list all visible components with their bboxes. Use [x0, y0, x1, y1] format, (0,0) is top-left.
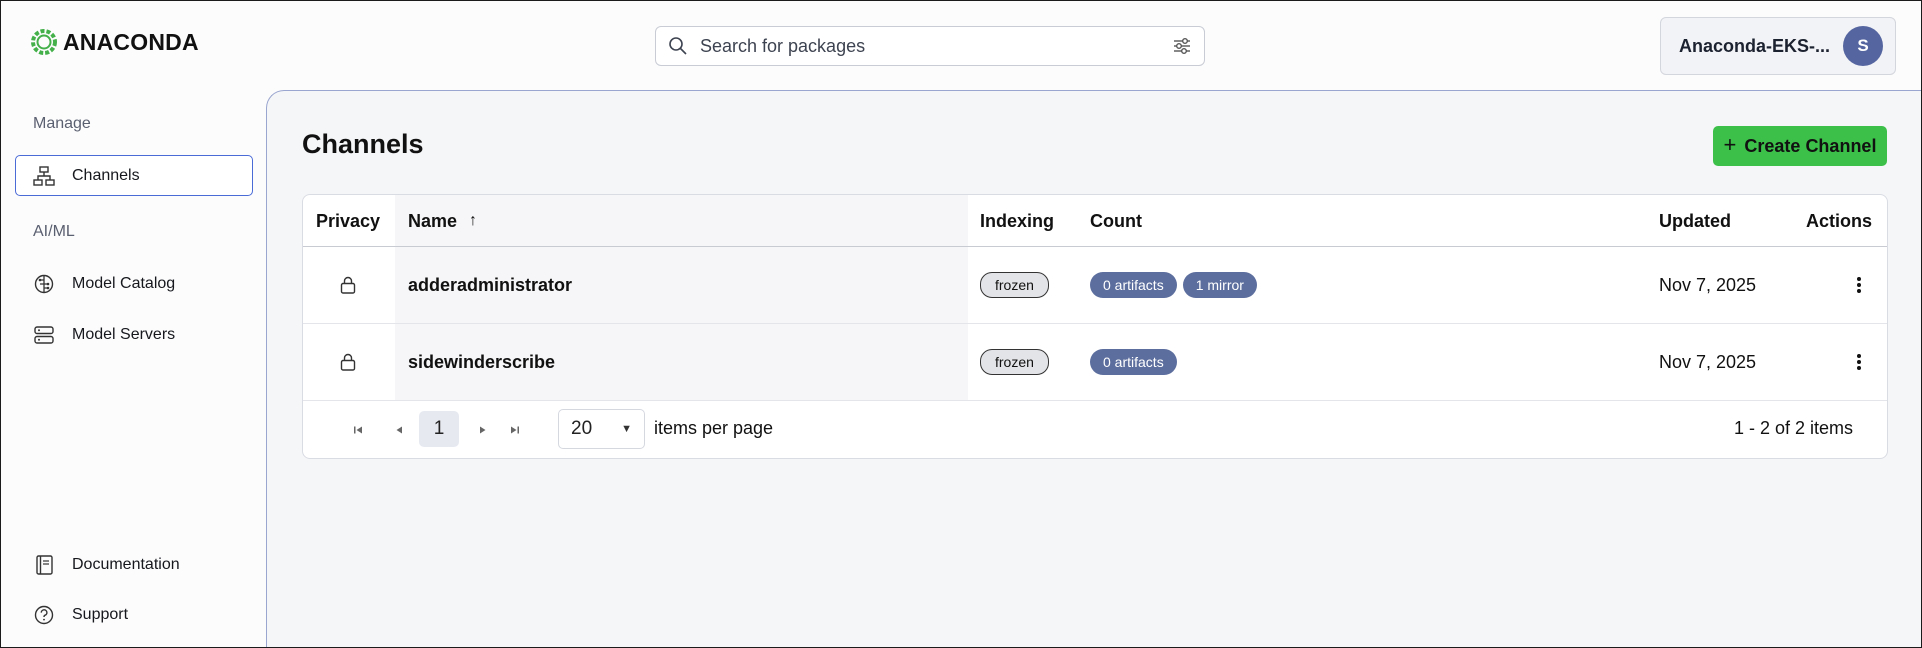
pagination: 1 20 ▼ items per page 1 - 2 of 2 items — [303, 401, 1887, 458]
column-indexing[interactable]: Indexing — [980, 195, 1054, 247]
lock-icon — [340, 353, 356, 371]
pagination-range: 1 - 2 of 2 items — [1733, 418, 1853, 438]
sidebar-item-model-servers[interactable]: Model Servers — [15, 314, 253, 355]
indexing-cell: frozen — [980, 324, 1049, 400]
lock-icon — [340, 276, 356, 294]
search-icon — [669, 37, 687, 55]
page-size-value: 20 — [571, 418, 593, 439]
sidebar-item-label: Support — [72, 605, 129, 623]
updated-date: Nov 7, 2025 — [1659, 351, 1757, 372]
column-count[interactable]: Count — [1090, 195, 1142, 247]
page-size-select[interactable]: 20 ▼ — [558, 409, 645, 449]
column-privacy[interactable]: Privacy — [316, 195, 380, 247]
more-vertical-icon — [1857, 277, 1861, 293]
current-page-button[interactable]: 1 — [419, 411, 459, 447]
column-name[interactable]: Name ↑ — [408, 195, 477, 247]
channels-table: Privacy Name ↑ Indexing Count Updated Ac… — [302, 194, 1888, 459]
sidebar-item-model-catalog[interactable]: Model Catalog — [15, 263, 253, 304]
row-actions-button[interactable] — [1856, 247, 1862, 323]
anaconda-logo[interactable]: ANACONDA — [29, 27, 199, 57]
indexing-cell: frozen — [980, 247, 1049, 323]
last-page-icon — [511, 426, 519, 434]
channel-name-link[interactable]: adderadministrator — [408, 247, 572, 323]
indexing-badge: frozen — [980, 349, 1049, 375]
column-name-label: Name — [408, 210, 458, 231]
sidebar-item-channels[interactable]: Channels — [15, 155, 253, 196]
plus-icon: + — [1723, 132, 1737, 157]
sidebar-item-label: Model Catalog — [72, 274, 176, 292]
first-page-button[interactable] — [346, 417, 370, 443]
page-size-label: items per page — [654, 418, 774, 438]
sidebar-item-label: Channels — [72, 166, 140, 184]
model-servers-icon — [34, 325, 54, 344]
table-header: Privacy Name ↑ Indexing Count Updated Ac… — [303, 195, 1887, 247]
anaconda-logo-icon — [31, 29, 57, 55]
sidebar-item-label: Model Servers — [72, 325, 176, 343]
mirror-badge: 1 mirror — [1182, 272, 1257, 298]
prev-page-button[interactable] — [387, 417, 411, 443]
create-channel-label: Create Channel — [1744, 135, 1877, 156]
brand-name: ANACONDA — [63, 28, 199, 55]
sidebar-heading-manage: Manage — [33, 115, 91, 132]
updated-date: Nov 7, 2025 — [1659, 274, 1757, 295]
indexing-badge: frozen — [980, 272, 1049, 298]
last-page-button[interactable] — [503, 417, 527, 443]
package-search[interactable] — [655, 26, 1205, 66]
account-menu[interactable]: Anaconda-EKS-... S — [1660, 17, 1896, 75]
channels-icon — [33, 165, 55, 186]
row-actions-button[interactable] — [1856, 324, 1862, 400]
search-input[interactable] — [700, 35, 1172, 57]
model-catalog-icon — [34, 274, 54, 293]
table-row[interactable]: sidewinderscribe frozen 0 artifacts Nov … — [303, 324, 1887, 401]
account-name: Anaconda-EKS-... — [1679, 35, 1831, 56]
privacy-cell — [339, 247, 357, 323]
count-cell: 0 artifacts — [1090, 324, 1183, 400]
create-channel-button[interactable]: + Create Channel — [1713, 126, 1887, 166]
book-icon — [36, 554, 53, 575]
channel-name-link[interactable]: sidewinderscribe — [408, 324, 555, 400]
column-updated[interactable]: Updated — [1659, 195, 1731, 247]
main-panel: Channels + Create Channel Privacy Name ↑… — [266, 90, 1921, 647]
privacy-cell — [339, 324, 357, 400]
more-vertical-icon — [1857, 354, 1861, 370]
column-actions: Actions — [1806, 210, 1873, 231]
sorted-column-bg — [395, 195, 968, 246]
sort-asc-icon: ↑ — [469, 212, 478, 229]
app-window: ANACONDA Anaconda-EKS-... S Manage Chann… — [0, 0, 1922, 648]
chevron-down-icon: ▼ — [621, 423, 632, 435]
sidebar-item-label: Documentation — [72, 555, 180, 573]
next-page-icon — [480, 426, 486, 434]
prev-page-icon — [396, 426, 402, 434]
next-page-button[interactable] — [471, 417, 495, 443]
first-page-icon — [354, 426, 362, 434]
help-circle-icon — [34, 605, 54, 624]
avatar: S — [1843, 26, 1883, 66]
sidebar-item-documentation[interactable]: Documentation — [15, 544, 253, 585]
sidebar-item-support[interactable]: Support — [15, 594, 253, 635]
sidebar-heading-aiml: AI/ML — [33, 223, 75, 240]
count-cell: 0 artifacts 1 mirror — [1090, 247, 1263, 323]
filter-sliders-icon[interactable] — [1172, 36, 1192, 56]
page-title: Channels — [302, 129, 424, 159]
artifacts-badge: 0 artifacts — [1090, 349, 1177, 375]
artifacts-badge: 0 artifacts — [1090, 272, 1177, 298]
table-row[interactable]: adderadministrator frozen 0 artifacts 1 … — [303, 247, 1887, 324]
